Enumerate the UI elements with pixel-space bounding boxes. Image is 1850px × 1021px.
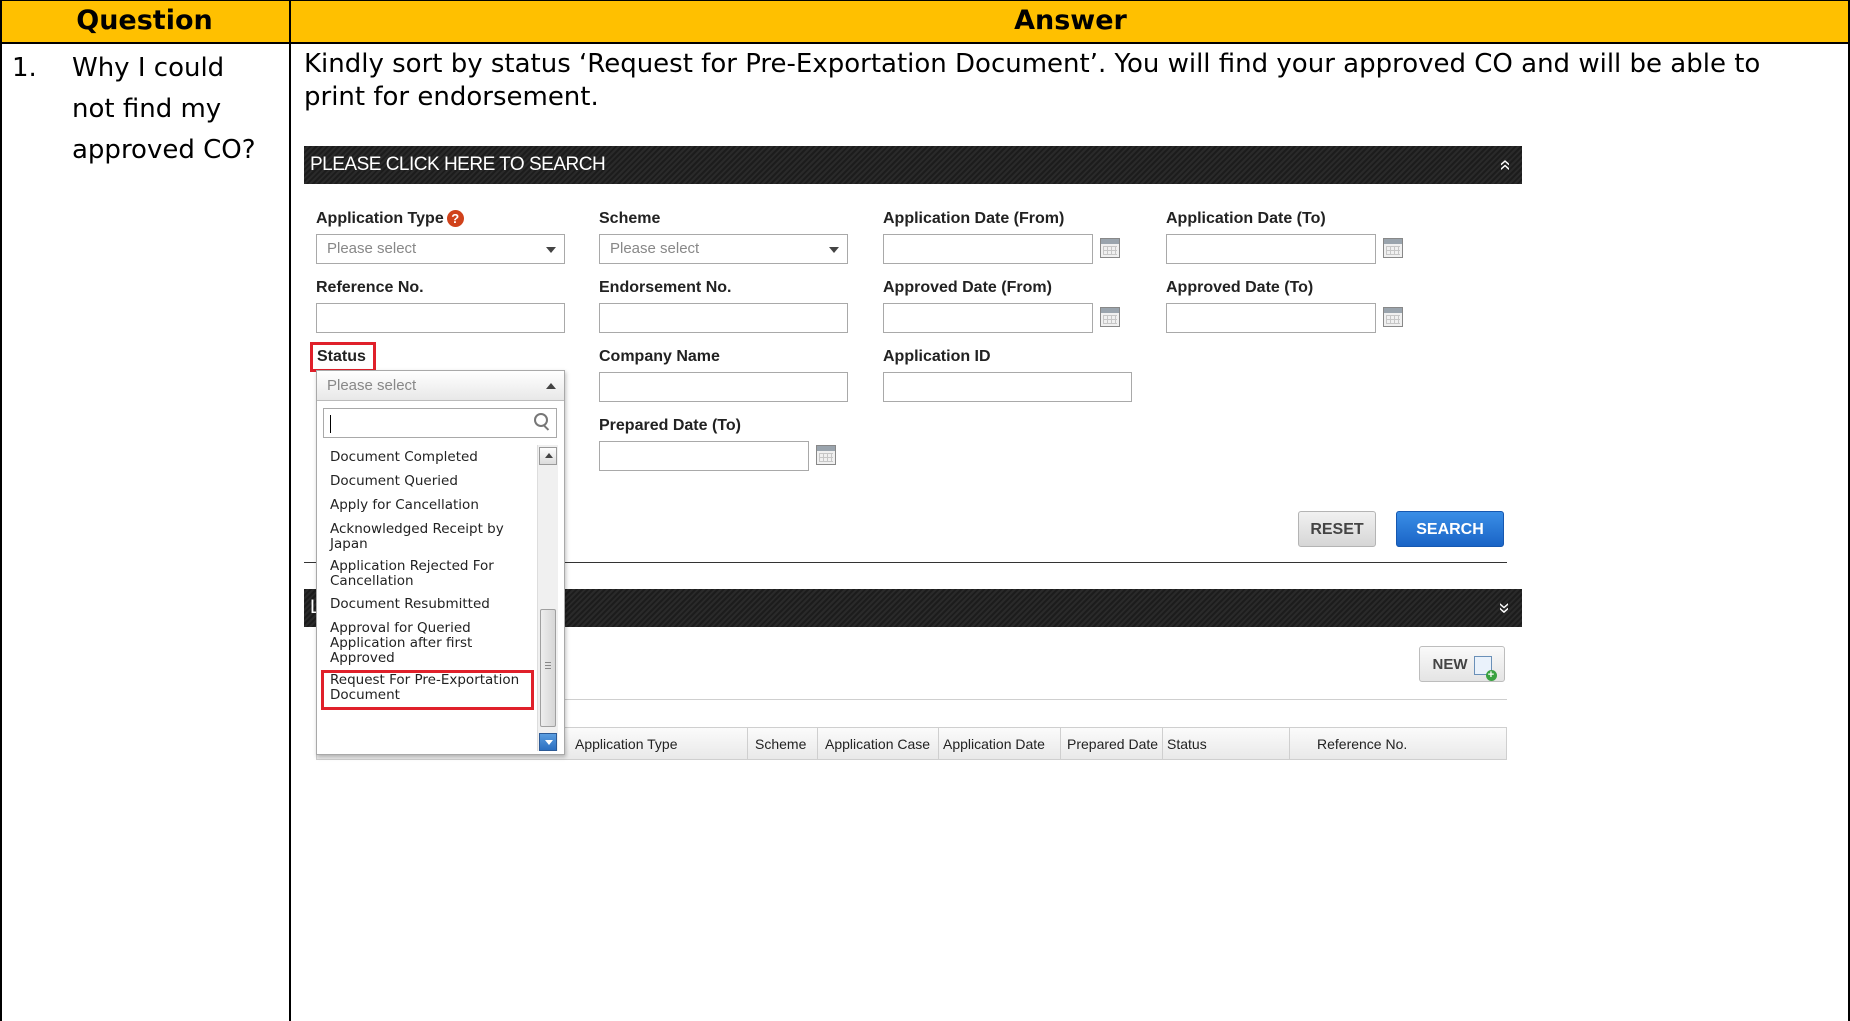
status-option[interactable]: Apply for Cancellation	[330, 498, 530, 513]
search-icon	[534, 413, 550, 431]
answer-text-line2: print for endorsement.	[304, 82, 599, 112]
column-header-question: Question	[0, 0, 289, 42]
application-date-to-label: Application Date (To)	[1166, 210, 1326, 227]
endorsement-no-label: Endorsement No.	[599, 279, 732, 296]
grid-column-reference-no[interactable]: Reference No.	[1317, 728, 1407, 760]
application-id-input[interactable]	[883, 372, 1132, 402]
status-option[interactable]: Document Resubmitted	[330, 597, 530, 612]
scroll-up-arrow-icon[interactable]	[539, 447, 557, 465]
status-search-input[interactable]	[323, 408, 557, 438]
company-name-label: Company Name	[599, 348, 720, 365]
grid-column-divider	[1060, 728, 1061, 759]
status-option[interactable]: Document Queried	[330, 474, 530, 489]
status-select-value: Please select	[327, 377, 417, 394]
application-type-label: Application Type?	[316, 210, 464, 228]
approved-date-to-label: Approved Date (To)	[1166, 279, 1314, 296]
embedded-screenshot: PLEASE CLICK HERE TO SEARCH » Applicatio…	[304, 146, 1522, 768]
status-dropdown[interactable]: Please select Document Completed Documen…	[316, 370, 565, 755]
highlight-box	[321, 670, 534, 710]
scrollbar-thumb[interactable]	[540, 609, 556, 727]
calendar-icon[interactable]	[1100, 307, 1120, 327]
calendar-icon[interactable]	[1100, 238, 1120, 258]
application-type-select[interactable]: Please select	[316, 234, 565, 264]
grid-column-divider	[747, 728, 748, 759]
grid-column-status[interactable]: Status	[1167, 728, 1207, 760]
application-id-label: Application ID	[883, 348, 991, 365]
application-date-from-label: Application Date (From)	[883, 210, 1065, 227]
new-document-icon	[1473, 655, 1497, 681]
status-option[interactable]: Document Completed	[330, 450, 530, 465]
application-date-from-input[interactable]	[883, 234, 1093, 264]
approved-date-from-input[interactable]	[883, 303, 1093, 333]
grid-column-divider	[938, 728, 939, 759]
grid-column-divider	[1162, 728, 1163, 759]
calendar-icon[interactable]	[1383, 307, 1403, 327]
search-button[interactable]: SEARCH	[1396, 511, 1504, 547]
faq-table: Question Answer 1. Why I could not find m…	[0, 0, 1850, 1021]
question-text-line2: not find my	[72, 94, 222, 124]
grid-column-application-type[interactable]: Application Type	[575, 728, 677, 760]
prepared-date-to-label: Prepared Date (To)	[599, 417, 741, 434]
question-number: 1.	[12, 53, 37, 83]
reset-button[interactable]: RESET	[1298, 511, 1376, 547]
grid-column-application-date[interactable]: Application Date	[943, 728, 1045, 760]
grid-column-divider	[1289, 728, 1290, 759]
new-button-label: NEW	[1432, 656, 1468, 673]
calendar-icon[interactable]	[1383, 238, 1403, 258]
new-button[interactable]: NEW	[1419, 646, 1505, 682]
table-border-left	[0, 0, 2, 1021]
dropdown-scrollbar[interactable]	[537, 445, 558, 751]
status-option[interactable]: Application Rejected For Cancellation	[330, 559, 515, 589]
grid-column-divider	[817, 728, 818, 759]
status-option[interactable]: Approval for Queried Application after f…	[330, 621, 490, 666]
status-option[interactable]: Acknowledged Receipt by Japan	[330, 522, 510, 552]
text-caret	[330, 415, 331, 433]
status-select[interactable]: Please select	[317, 371, 564, 401]
question-text-line1: Why I could	[72, 53, 225, 83]
endorsement-no-input[interactable]	[599, 303, 848, 333]
answer-text-line1: Kindly sort by status ‘Request for Pre-E…	[304, 49, 1761, 79]
status-label-highlight	[310, 342, 376, 372]
list-divider	[556, 699, 1507, 700]
scroll-down-arrow-icon[interactable]	[539, 733, 557, 751]
help-icon[interactable]: ?	[446, 210, 464, 228]
chevron-up-icon	[546, 383, 556, 389]
chevron-down-icon	[829, 247, 839, 253]
scheme-select[interactable]: Please select	[599, 234, 848, 264]
reference-no-input[interactable]	[316, 303, 565, 333]
chevron-down-icon	[546, 247, 556, 253]
question-cell: 1. Why I could not find my approved CO?	[12, 48, 282, 171]
application-type-placeholder: Please select	[327, 240, 417, 257]
prepared-date-to-input[interactable]	[599, 441, 809, 471]
collapse-icon[interactable]: »	[1485, 159, 1523, 170]
expand-icon[interactable]: »	[1485, 602, 1523, 613]
column-header-answer: Answer	[291, 0, 1850, 42]
approved-date-to-input[interactable]	[1166, 303, 1376, 333]
grid-column-scheme[interactable]: Scheme	[755, 728, 806, 760]
search-panel-title: PLEASE CLICK HERE TO SEARCH	[310, 154, 606, 175]
header-divider	[0, 42, 1850, 44]
approved-date-from-label: Approved Date (From)	[883, 279, 1052, 296]
scheme-placeholder: Please select	[610, 240, 700, 257]
scheme-label: Scheme	[599, 210, 661, 227]
search-panel-header[interactable]: PLEASE CLICK HERE TO SEARCH »	[304, 146, 1522, 184]
calendar-icon[interactable]	[816, 445, 836, 465]
table-border-top	[0, 0, 1850, 1]
table-column-divider	[289, 0, 291, 1021]
answer-cell: Kindly sort by status ‘Request for Pre-E…	[304, 48, 1839, 114]
reference-no-label: Reference No.	[316, 279, 424, 296]
company-name-input[interactable]	[599, 372, 848, 402]
application-date-to-input[interactable]	[1166, 234, 1376, 264]
question-text-line3: approved CO?	[72, 135, 256, 165]
grid-column-application-case[interactable]: Application Case	[825, 728, 930, 760]
grid-column-prepared-date[interactable]: Prepared Date	[1067, 728, 1158, 760]
